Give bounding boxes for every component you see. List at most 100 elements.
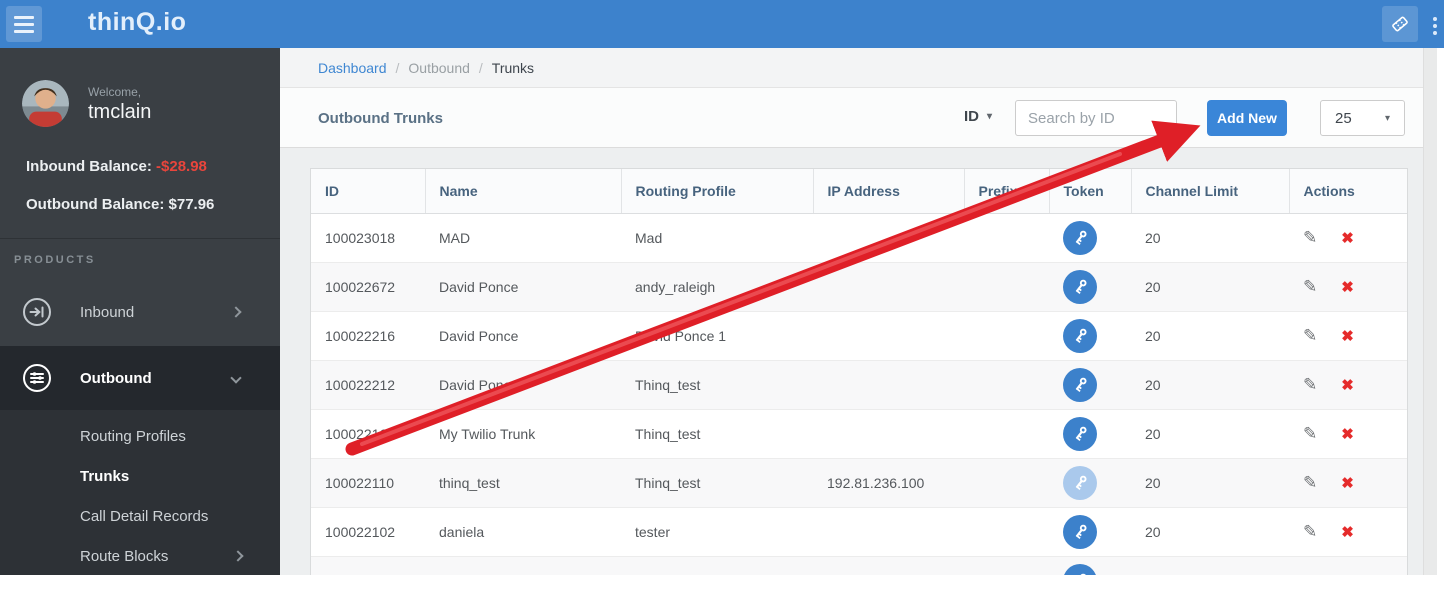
sidebar-item-outbound[interactable]: Outbound <box>0 346 280 410</box>
cell-actions <box>1289 556 1408 575</box>
token-key-button[interactable] <box>1063 368 1097 402</box>
cell-ip-address <box>813 262 964 311</box>
avatar[interactable] <box>22 80 69 127</box>
cell-routing-profile: Thinq_test <box>621 458 813 507</box>
edit-pencil-icon[interactable]: ✎ <box>1303 228 1317 248</box>
search-input[interactable] <box>1015 100 1177 136</box>
caret-down-icon: ▾ <box>1385 113 1390 124</box>
sidebar-item-label: Inbound <box>80 304 134 321</box>
breadcrumb-separator: / <box>396 60 400 76</box>
sidebar-divider <box>0 238 280 239</box>
outbound-balance-value: $77.96 <box>169 196 215 213</box>
delete-x-icon[interactable]: ✖ <box>1341 278 1354 296</box>
cell-id: 100022216 <box>311 311 425 360</box>
breadcrumb-item-dashboard[interactable]: Dashboard <box>318 60 387 76</box>
cell-name <box>425 556 621 575</box>
cell-token <box>1049 213 1131 262</box>
cell-actions: ✎✖ <box>1289 507 1408 556</box>
inbound-icon <box>22 297 52 327</box>
cell-ip-address <box>813 507 964 556</box>
hamburger-menu-button[interactable] <box>6 6 42 42</box>
caret-down-icon: ▾ <box>987 111 992 122</box>
cell-name: MAD <box>425 213 621 262</box>
table-header-row: ID Name Routing Profile IP Address Prefi… <box>311 169 1408 213</box>
cell-id: 100022102 <box>311 507 425 556</box>
cell-ip-address: 192.81.236.100 <box>813 458 964 507</box>
token-key-button[interactable] <box>1063 515 1097 549</box>
cell-id: 100023018 <box>311 213 425 262</box>
sidebar-subitem-routing-profiles[interactable]: Routing Profiles <box>0 416 280 456</box>
delete-x-icon[interactable]: ✖ <box>1341 229 1354 247</box>
cell-prefix <box>964 311 1049 360</box>
cell-actions: ✎✖ <box>1289 360 1408 409</box>
cell-routing-profile: Thinq_test <box>621 360 813 409</box>
chevron-down-icon <box>230 372 241 383</box>
cell-routing-profile: Mad <box>621 213 813 262</box>
edit-pencil-icon[interactable]: ✎ <box>1303 473 1317 493</box>
delete-x-icon[interactable]: ✖ <box>1341 425 1354 443</box>
cell-routing-profile: tester <box>621 507 813 556</box>
tag-icon <box>1389 13 1411 35</box>
cell-actions: ✎✖ <box>1289 262 1408 311</box>
token-key-button[interactable] <box>1063 221 1097 255</box>
delete-x-icon[interactable]: ✖ <box>1341 327 1354 345</box>
edit-pencil-icon[interactable]: ✎ <box>1303 326 1317 346</box>
edit-pencil-icon[interactable]: ✎ <box>1303 522 1317 542</box>
cell-prefix <box>964 458 1049 507</box>
products-section-label: PRODUCTS <box>14 254 96 266</box>
cell-prefix <box>964 360 1049 409</box>
outbound-submenu: Routing ProfilesTrunksCall Detail Record… <box>0 410 280 575</box>
delete-x-icon[interactable]: ✖ <box>1341 523 1354 541</box>
delete-x-icon[interactable]: ✖ <box>1341 474 1354 492</box>
cell-routing-profile: andy_raleigh <box>621 262 813 311</box>
sidebar-subitem-trunks[interactable]: Trunks <box>0 456 280 496</box>
column-header-token: Token <box>1049 169 1131 213</box>
column-header-actions: Actions <box>1289 169 1408 213</box>
token-key-button[interactable] <box>1063 417 1097 451</box>
add-new-button[interactable]: Add New <box>1207 100 1287 136</box>
cell-name: daniela <box>425 507 621 556</box>
cell-prefix <box>964 213 1049 262</box>
outbound-icon <box>22 363 52 393</box>
cell-channel-limit <box>1131 556 1289 575</box>
table-row: 100022110thinq_testThinq_test192.81.236.… <box>311 458 1408 507</box>
cell-channel-limit: 20 <box>1131 311 1289 360</box>
cell-prefix <box>964 556 1049 575</box>
scrollbar-track[interactable] <box>1423 48 1437 575</box>
delete-x-icon[interactable]: ✖ <box>1341 376 1354 394</box>
username: tmclain <box>88 101 151 124</box>
search-field-dropdown[interactable]: ID ▾ <box>964 108 992 125</box>
column-header-name: Name <box>425 169 621 213</box>
page-size-value: 25 <box>1335 110 1352 127</box>
breadcrumb-separator: / <box>479 60 483 76</box>
cell-channel-limit: 20 <box>1131 213 1289 262</box>
table-row: 100022216David PonceDavid Ponce 120✎✖ <box>311 311 1408 360</box>
table-row: 100022162My Twilio TrunkThinq_test20✎✖ <box>311 409 1408 458</box>
cell-token <box>1049 262 1131 311</box>
kebab-menu-icon[interactable] <box>1433 14 1437 38</box>
column-header-ip-address: IP Address <box>813 169 964 213</box>
sidebar-subitem-call-detail-records[interactable]: Call Detail Records <box>0 496 280 536</box>
cell-id: 100022162 <box>311 409 425 458</box>
cell-ip-address <box>813 311 964 360</box>
inbound-balance: Inbound Balance: -$28.98 <box>26 158 207 175</box>
token-key-button[interactable] <box>1063 564 1097 575</box>
cell-channel-limit: 20 <box>1131 360 1289 409</box>
cell-routing-profile: Thinq_test <box>621 409 813 458</box>
sidebar-subitem-route-blocks[interactable]: Route Blocks <box>0 536 280 576</box>
sidebar-item-inbound[interactable]: Inbound <box>0 278 280 346</box>
token-key-button[interactable] <box>1063 466 1097 500</box>
page-size-dropdown[interactable]: 25 ▾ <box>1320 100 1405 136</box>
submenu-item-label: Route Blocks <box>80 548 168 565</box>
edit-pencil-icon[interactable]: ✎ <box>1303 424 1317 444</box>
tag-icon-button[interactable] <box>1382 6 1418 42</box>
sidebar-item-label: Outbound <box>80 370 152 387</box>
cell-ip-address <box>813 409 964 458</box>
cell-name: My Twilio Trunk <box>425 409 621 458</box>
token-key-button[interactable] <box>1063 270 1097 304</box>
page-header: Outbound Trunks ID ▾ Add New 25 ▾ <box>280 88 1423 148</box>
edit-pencil-icon[interactable]: ✎ <box>1303 277 1317 297</box>
sidebar: Welcome, tmclain Inbound Balance: -$28.9… <box>0 48 280 575</box>
token-key-button[interactable] <box>1063 319 1097 353</box>
edit-pencil-icon[interactable]: ✎ <box>1303 375 1317 395</box>
